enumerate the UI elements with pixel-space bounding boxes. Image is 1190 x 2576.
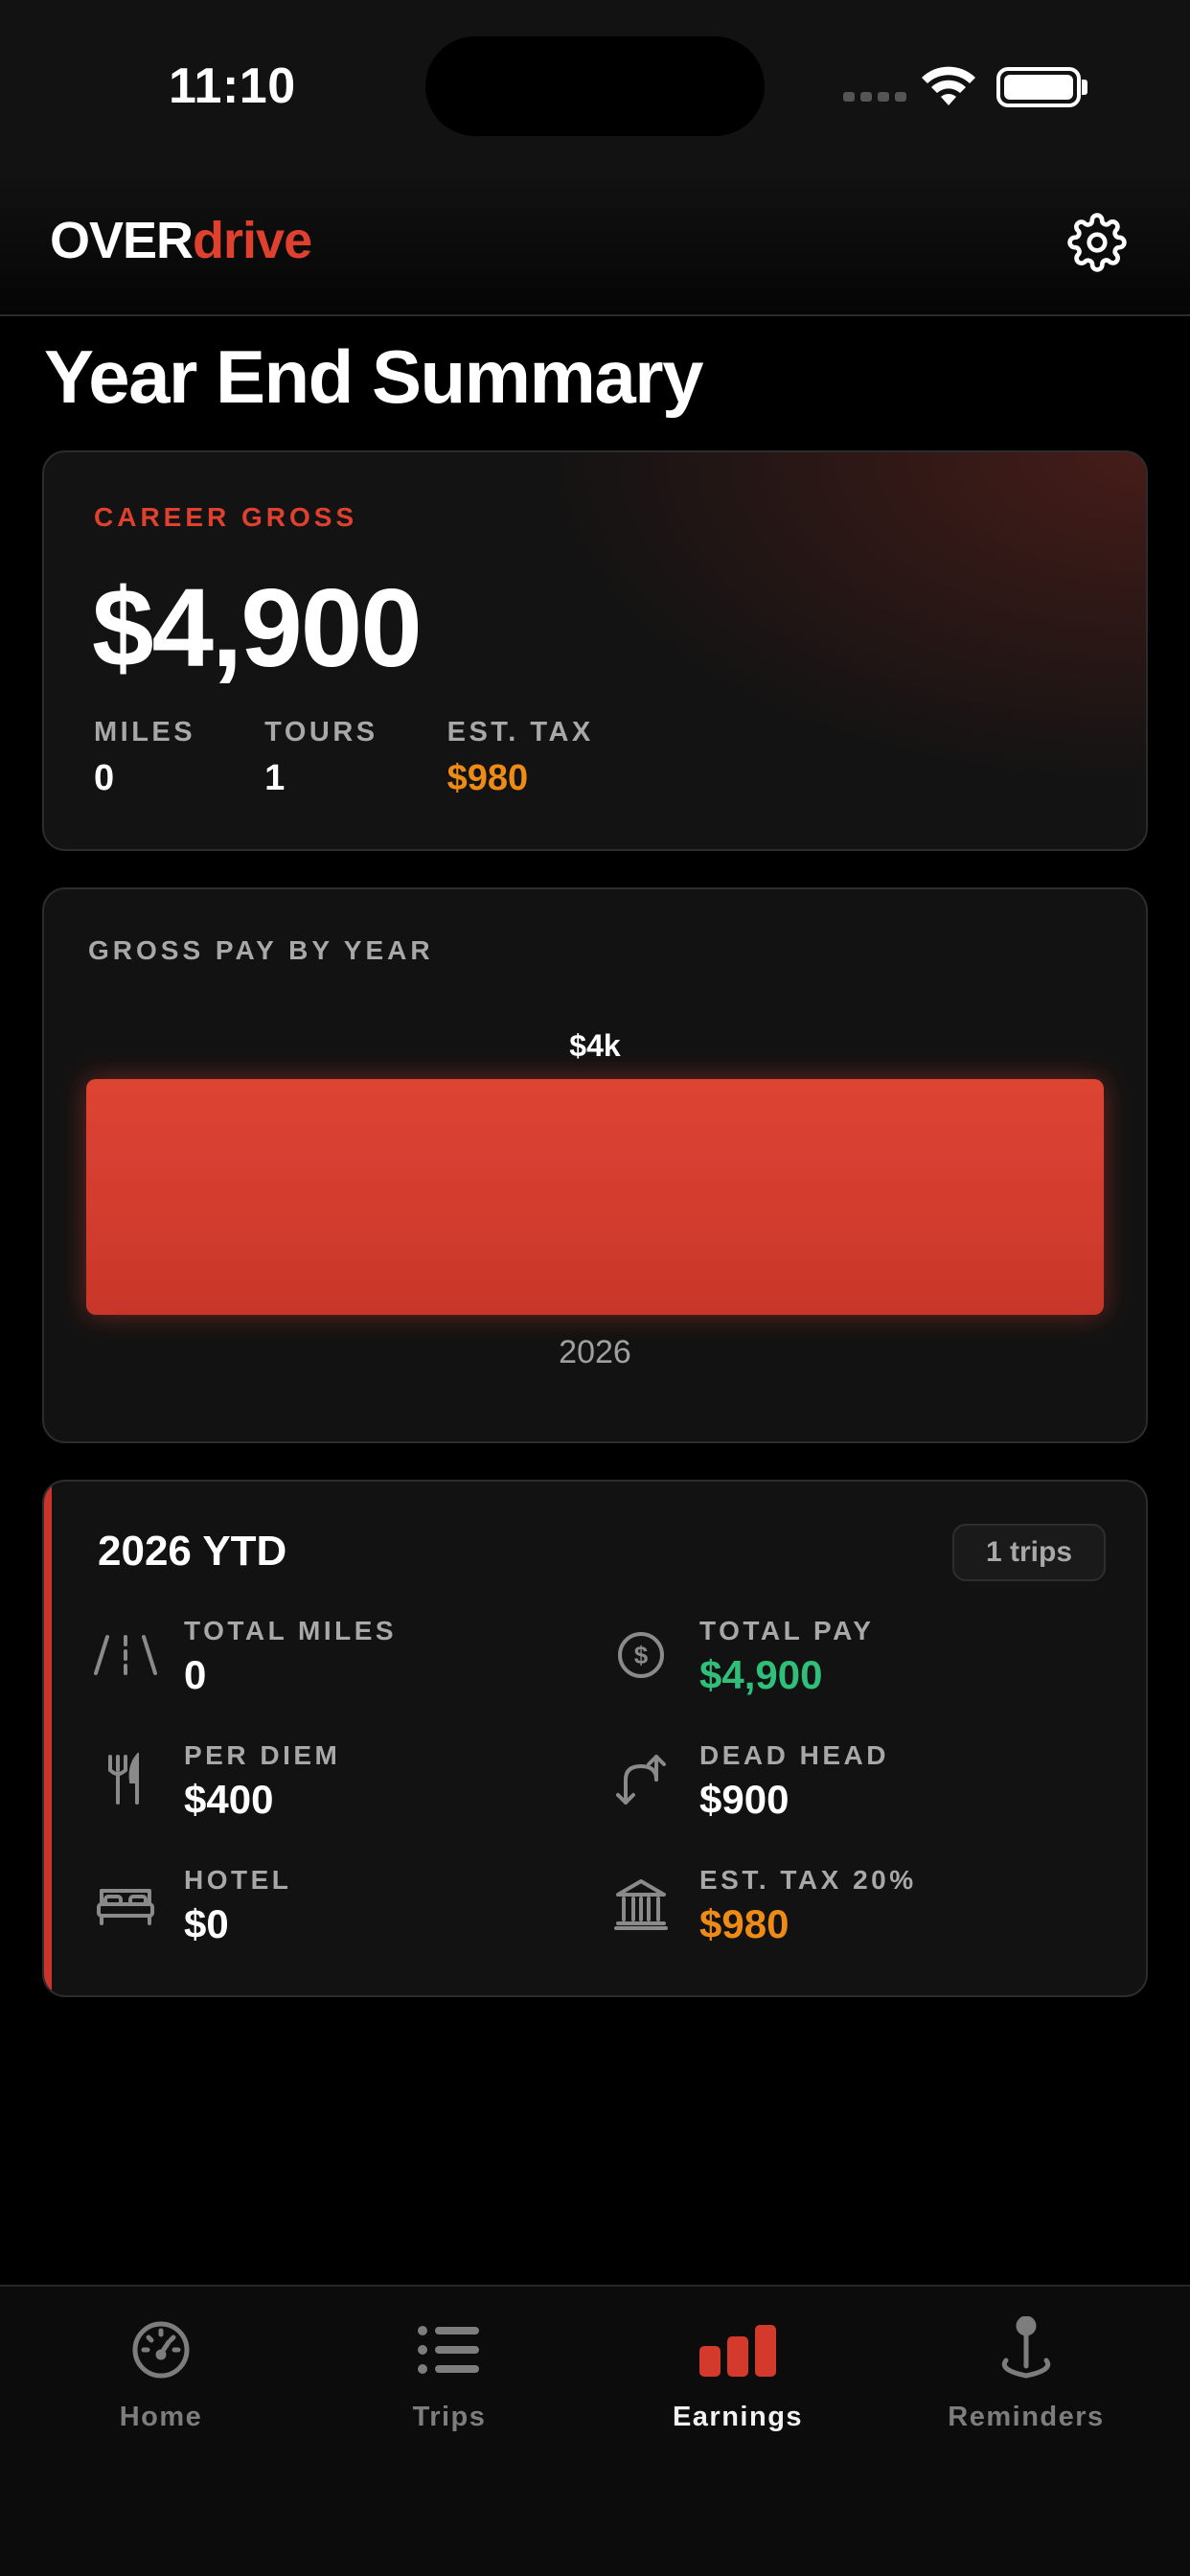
ytd-accent-bar <box>44 1482 52 1995</box>
battery-cap <box>1082 80 1087 95</box>
tab-label: Reminders <box>948 2402 1105 2432</box>
tab-home[interactable]: Home <box>46 2312 276 2455</box>
metric-label: TOTAL PAY <box>699 1616 875 1645</box>
stat-value: 0 <box>94 758 115 798</box>
ytd-title: 2026 YTD <box>98 1528 287 1575</box>
metric-label: TOTAL MILES <box>184 1616 398 1645</box>
app-header: OVERdrive <box>0 172 1190 316</box>
career-gross-card: CAREER GROSS $4,900 MILES 0 TOURS 1 EST.… <box>42 450 1148 851</box>
tab-label: Earnings <box>672 2402 804 2432</box>
svg-text:$: $ <box>634 1641 649 1669</box>
trips-count-badge: 1 trips <box>952 1524 1106 1581</box>
status-bar: 11:10 <box>0 0 1190 172</box>
bar-chart-icon <box>699 2312 776 2388</box>
metric-total-pay: $ TOTAL PAY $4,900 <box>607 1616 874 1698</box>
metric-est-tax: EST. TAX 20% $980 <box>607 1865 917 1947</box>
career-gross-label: CAREER GROSS <box>94 502 358 532</box>
career-stats: MILES 0 TOURS 1 EST. TAX $980 <box>94 717 594 799</box>
dollar-coin-icon: $ <box>607 1622 675 1689</box>
tab-reminders[interactable]: Reminders <box>911 2312 1141 2455</box>
ytd-card[interactable]: 2026 YTD 1 trips TOTAL MILES 0 $ TOTAL P… <box>42 1480 1148 1997</box>
metric-hotel: HOTEL $0 <box>92 1865 291 1947</box>
tab-label: Trips <box>412 2402 487 2432</box>
stat-tours: TOURS 1 <box>264 717 378 799</box>
bank-icon <box>607 1871 675 1938</box>
speedometer-icon <box>123 2312 199 2388</box>
metric-value: $4,900 <box>699 1652 823 1697</box>
status-time: 11:10 <box>169 58 296 114</box>
stat-label: MILES <box>94 717 196 748</box>
road-icon <box>92 1622 159 1689</box>
tab-bar: Home Trips Earnings Reminders <box>0 2285 1190 2576</box>
dynamic-island <box>425 36 765 136</box>
page-title: Year End Summary <box>44 334 704 419</box>
chart-data-label: $4k <box>569 1028 621 1063</box>
bed-icon <box>92 1871 159 1938</box>
cellular-signal-icon <box>843 92 906 102</box>
gross-pay-by-year-card: GROSS PAY BY YEAR $4k 2026 <box>42 887 1148 1443</box>
chart-bar <box>86 1079 1104 1315</box>
return-arrows-icon <box>607 1746 675 1813</box>
metric-value: 0 <box>184 1652 207 1697</box>
metric-value: $400 <box>184 1777 274 1822</box>
stat-est-tax: EST. TAX $980 <box>447 717 594 799</box>
metric-label: DEAD HEAD <box>699 1740 889 1770</box>
list-icon <box>411 2312 488 2388</box>
chart-x-tick-label: 2026 <box>559 1334 631 1370</box>
stat-label: EST. TAX <box>446 717 594 748</box>
gear-icon[interactable] <box>1067 213 1127 272</box>
stat-miles: MILES 0 <box>94 717 195 799</box>
tab-label: Home <box>119 2402 203 2432</box>
stat-label: TOURS <box>264 717 378 748</box>
fork-knife-icon <box>92 1746 159 1813</box>
map-pin-icon <box>988 2312 1064 2388</box>
metric-value: $980 <box>699 1901 790 1946</box>
metric-label: EST. TAX 20% <box>699 1865 917 1895</box>
metric-dead-head: DEAD HEAD $900 <box>607 1740 889 1823</box>
tab-trips[interactable]: Trips <box>334 2312 564 2455</box>
wifi-icon <box>922 66 975 105</box>
metric-value: $900 <box>699 1777 790 1822</box>
gross-pay-chart: $4k 2026 <box>86 1028 1104 1370</box>
metric-label: PER DIEM <box>184 1740 341 1770</box>
metric-total-miles: TOTAL MILES 0 <box>92 1616 397 1698</box>
app-logo: OVERdrive <box>50 212 312 269</box>
tab-earnings[interactable]: Earnings <box>623 2312 853 2455</box>
career-gross-amount: $4,900 <box>92 565 423 690</box>
stat-value: 1 <box>264 758 286 798</box>
battery-icon <box>996 67 1081 107</box>
metric-per-diem: PER DIEM $400 <box>92 1740 340 1823</box>
metric-value: $0 <box>184 1901 229 1946</box>
metric-label: HOTEL <box>184 1865 292 1895</box>
stat-value: $980 <box>446 758 529 798</box>
